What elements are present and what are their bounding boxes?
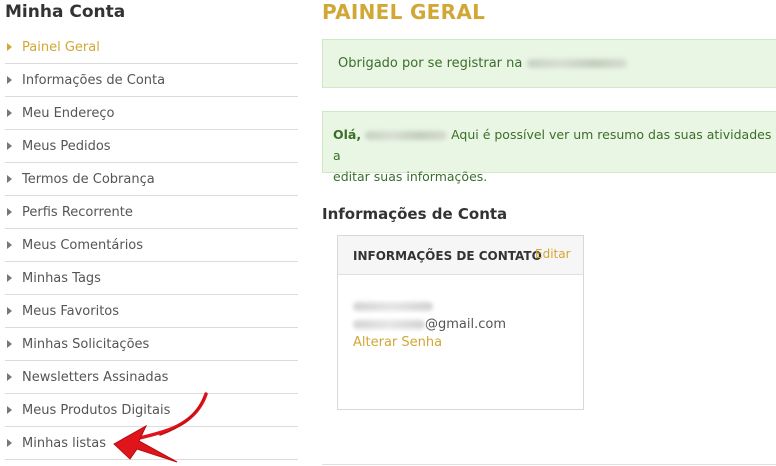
sidebar-item-label: Perfis Recorrente <box>22 204 133 220</box>
sidebar-item-meus-comentarios[interactable]: Meus Comentários <box>5 229 298 262</box>
triangle-right-icon <box>7 76 12 84</box>
sidebar-item-painel-geral[interactable]: Painel Geral <box>5 31 298 64</box>
triangle-right-icon <box>7 406 12 414</box>
sidebar-item-label: Informações de Conta <box>22 72 166 88</box>
sidebar-item-meus-favoritos[interactable]: Meus Favoritos <box>5 295 298 328</box>
welcome-text-line2: editar suas informações. <box>333 169 488 184</box>
sidebar-item-label: Meus Pedidos <box>22 138 111 154</box>
sidebar-item-label: Meu Endereço <box>22 105 115 121</box>
triangle-right-icon <box>7 307 12 315</box>
sidebar-item-termos-de-cobranca[interactable]: Termos de Cobrança <box>5 163 298 196</box>
hello-label: Olá, <box>333 127 362 142</box>
sidebar-item-minhas-solicitacoes[interactable]: Minhas Solicitações <box>5 328 298 361</box>
triangle-right-icon <box>7 274 12 282</box>
success-message: Obrigado por se registrar na <box>322 39 776 88</box>
sidebar-item-minhas-tags[interactable]: Minhas Tags <box>5 262 298 295</box>
redacted-user-name <box>365 131 448 140</box>
triangle-right-icon <box>7 43 12 51</box>
sidebar-item-label: Newsletters Assinadas <box>22 369 169 385</box>
sidebar-item-meus-pedidos[interactable]: Meus Pedidos <box>5 130 298 163</box>
sidebar-item-label: Termos de Cobrança <box>22 171 155 187</box>
blurred-name <box>353 302 433 312</box>
sidebar-item-label: Minhas listas <box>22 435 107 451</box>
contact-info-title: INFORMAÇÕES DE CONTATO <box>353 249 542 263</box>
sidebar-item-label: Painel Geral <box>22 39 100 55</box>
registered-text: Obrigado por se registrar na <box>338 56 523 71</box>
sidebar-item-meus-produtos-digitais[interactable]: Meus Produtos Digitais <box>5 394 298 427</box>
triangle-right-icon <box>7 439 12 447</box>
redacted-contact-name <box>353 298 433 316</box>
account-info-heading: Informações de Conta <box>322 205 508 223</box>
divider <box>322 464 776 465</box>
sidebar-item-label: Meus Produtos Digitais <box>22 402 171 418</box>
sidebar-item-label: Minhas Tags <box>22 270 101 286</box>
contact-email: @gmail.com <box>353 317 506 332</box>
triangle-right-icon <box>7 175 12 183</box>
email-domain: @gmail.com <box>425 317 507 332</box>
account-nav: Painel Geral Informações de Conta Meu En… <box>5 31 298 460</box>
sidebar-item-newsletters-assinadas[interactable]: Newsletters Assinadas <box>5 361 298 394</box>
triangle-right-icon <box>7 109 12 117</box>
sidebar-item-label: Minhas Solicitações <box>22 336 150 352</box>
sidebar-item-label: Meus Favoritos <box>22 303 120 319</box>
sidebar-item-minhas-listas[interactable]: Minhas listas <box>5 427 298 460</box>
edit-contact-link[interactable]: Editar <box>535 247 571 261</box>
sidebar-title: Minha Conta <box>5 2 126 22</box>
sidebar-item-perfis-recorrente[interactable]: Perfis Recorrente <box>5 196 298 229</box>
triangle-right-icon <box>7 373 12 381</box>
welcome-message: Olá, Aqui é possível ver um resumo das s… <box>322 111 776 184</box>
change-password-link[interactable]: Alterar Senha <box>353 335 442 350</box>
triangle-right-icon <box>7 340 12 348</box>
sidebar-item-meu-endereco[interactable]: Meu Endereço <box>5 97 298 130</box>
page-title: PAINEL GERAL <box>322 0 486 24</box>
triangle-right-icon <box>7 241 12 249</box>
contact-info-box: INFORMAÇÕES DE CONTATO Editar @gmail.com… <box>337 235 584 410</box>
triangle-right-icon <box>7 208 12 216</box>
contact-info-header: INFORMAÇÕES DE CONTATO Editar <box>338 236 583 275</box>
sidebar-item-label: Meus Comentários <box>22 237 144 253</box>
redacted-store-name <box>526 59 627 68</box>
blurred-email-user <box>353 320 425 329</box>
sidebar-item-informacoes-de-conta[interactable]: Informações de Conta <box>5 64 298 97</box>
triangle-right-icon <box>7 142 12 150</box>
